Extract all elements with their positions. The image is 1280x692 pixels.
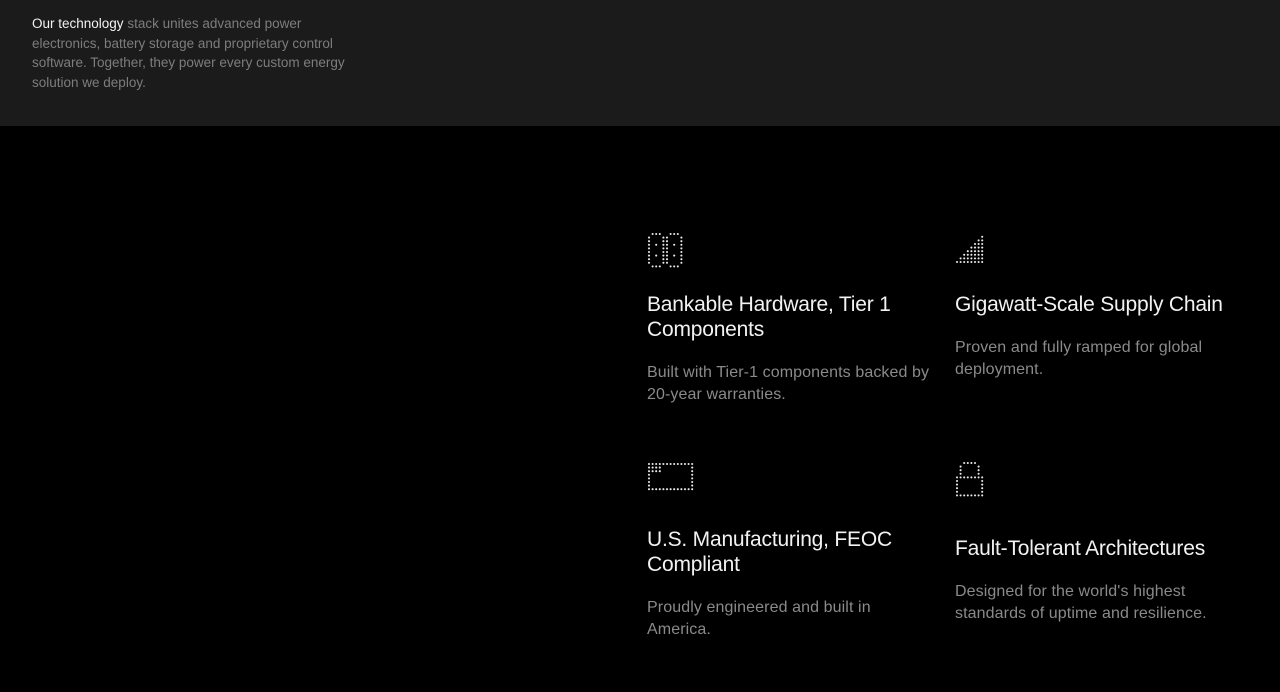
feature-us-manufacturing: U.S. Manufacturing, FEOC Compliant Proud… (647, 461, 937, 640)
feature-title: U.S. Manufacturing, FEOC Compliant (647, 528, 892, 576)
lock-icon (955, 461, 984, 497)
feature-bankable-hardware: Bankable Hardware, Tier 1 Components Bui… (647, 232, 937, 405)
intro-text: Our technology stack unites advanced pow… (32, 14, 372, 93)
feature-description: Proven and fully ramped for global deplo… (955, 339, 1203, 378)
feature-description: Proudly engineered and built in America. (647, 599, 871, 638)
feature-title: Bankable Hardware, Tier 1 Components (647, 293, 891, 341)
intro-band: Our technology stack unites advanced pow… (0, 0, 1280, 126)
feature-description: Built with Tier-1 components backed by 2… (647, 364, 930, 403)
intro-lead: Our technology (32, 16, 124, 31)
signal-bars-icon (955, 235, 984, 264)
feature-supply-chain: Gigawatt-Scale Supply Chain Proven and f… (955, 232, 1245, 380)
feature-title: Fault-Tolerant Architectures (955, 537, 1206, 560)
battery-modules-icon (647, 232, 683, 268)
flag-icon (647, 462, 694, 491)
feature-fault-tolerant: Fault-Tolerant Architectures Designed fo… (955, 461, 1245, 624)
feature-title: Gigawatt-Scale Supply Chain (955, 293, 1223, 316)
feature-description: Designed for the world's highest standar… (955, 583, 1207, 622)
